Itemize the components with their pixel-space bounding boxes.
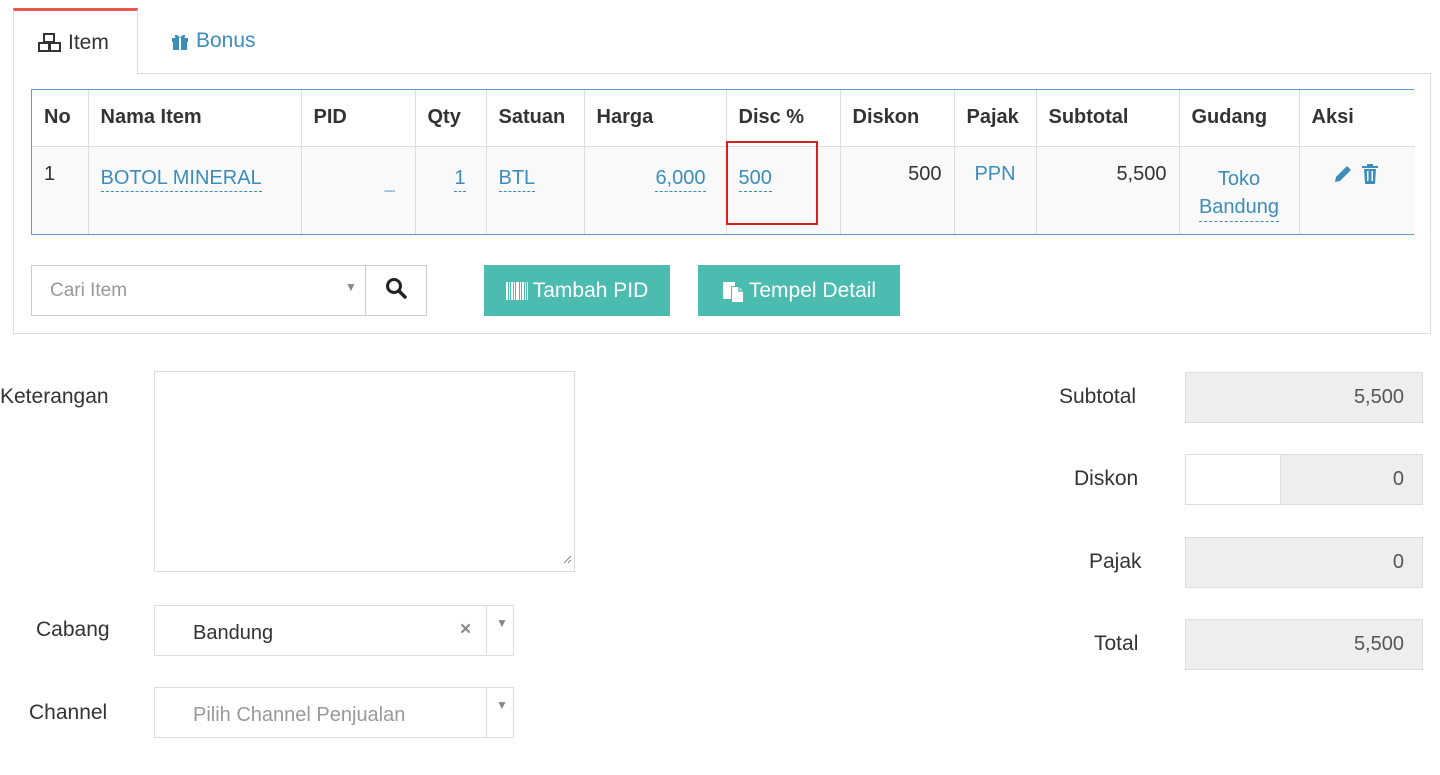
cabang-select[interactable]: Bandung × ▼ (154, 605, 514, 656)
col-header: Aksi (1298, 90, 1415, 147)
pajak-field: 0 (1185, 537, 1423, 588)
resize-handle-icon[interactable] (562, 551, 572, 569)
select-divider (486, 688, 487, 737)
keterangan-textarea[interactable] (154, 371, 575, 572)
cell-gudang: Toko Bandung (1178, 145, 1300, 234)
col-header: No (32, 90, 89, 147)
pid-editable[interactable]: ---- (384, 185, 396, 197)
col-header: Qty (414, 90, 487, 147)
pajak-link[interactable]: PPN (974, 163, 1015, 185)
table-row: 1 BOTOL MINERAL ---- 1 BTL 6,000 500 500 (32, 140, 1415, 234)
cell-satuan: BTL (485, 145, 585, 234)
keterangan-label: Keterangan (0, 385, 109, 408)
cell-pajak: PPN (953, 145, 1037, 234)
paste-icon (722, 280, 744, 302)
cell-nama-item: BOTOL MINERAL (87, 145, 302, 234)
cell-disc-pct: 500 (725, 140, 841, 234)
cell-diskon: 500 (839, 145, 955, 234)
col-header: Pajak (953, 90, 1037, 147)
satuan-editable[interactable]: BTL (498, 165, 536, 192)
col-header: Nama Item (87, 90, 302, 147)
gudang-line: Bandung (1198, 195, 1280, 218)
cell-qty: 1 (414, 145, 487, 234)
clear-icon[interactable]: × (460, 619, 471, 641)
cabang-label: Cabang (36, 618, 110, 641)
harga-editable[interactable]: 6,000 (655, 165, 706, 192)
gudang-line: Toko (1217, 167, 1261, 190)
tab-bonus-label: Bonus (196, 29, 256, 52)
subtotal-field: 5,500 (1185, 372, 1423, 423)
trash-icon[interactable] (1360, 163, 1380, 191)
item-search-select[interactable]: Cari Item ▼ (31, 265, 366, 316)
row-number: 1 (32, 145, 89, 234)
gift-icon (170, 31, 190, 51)
qty-editable[interactable]: 1 (454, 165, 466, 192)
channel-select[interactable]: Pilih Channel Penjualan ▼ (154, 687, 514, 738)
channel-placeholder: Pilih Channel Penjualan (193, 704, 406, 726)
tempel-detail-button[interactable]: Tempel Detail (698, 265, 900, 316)
cell-subtotal: 5,500 (1035, 145, 1180, 234)
tab-bar: Item Bonus (13, 8, 1431, 75)
diskon-field: 0 (1280, 454, 1423, 505)
search-input[interactable]: Cari Item (32, 280, 337, 302)
search-button[interactable] (365, 265, 427, 316)
diskon-label: Diskon (1074, 467, 1139, 490)
total-label: Total (1094, 632, 1139, 655)
channel-label: Channel (29, 701, 108, 724)
caret-down-icon[interactable]: ▼ (496, 698, 508, 712)
items-table: No Nama Item PID Qty Satuan Harga Disc %… (31, 89, 1415, 235)
gudang-editable[interactable]: Toko Bandung (1198, 165, 1280, 222)
col-header: Subtotal (1035, 90, 1180, 147)
tab-item[interactable]: Item (13, 8, 138, 75)
cell-pid: ---- (300, 145, 416, 234)
col-header: Diskon (839, 90, 955, 147)
col-header: Satuan (485, 90, 585, 147)
tempel-detail-label: Tempel Detail (748, 278, 877, 302)
table-header-row: No Nama Item PID Qty Satuan Harga Disc %… (32, 90, 1415, 147)
col-header: Disc % (725, 90, 841, 147)
tab-bonus[interactable]: Bonus (166, 8, 256, 74)
nama-item-editable[interactable]: BOTOL MINERAL (100, 165, 262, 192)
tab-item-label: Item (68, 31, 109, 54)
caret-down-icon[interactable]: ▼ (496, 616, 508, 630)
select-divider (486, 606, 487, 655)
cell-aksi (1298, 145, 1415, 234)
col-header: Harga (583, 90, 727, 147)
barcode-icon (505, 281, 528, 300)
cell-harga: 6,000 (583, 145, 727, 234)
pajak-label: Pajak (1089, 550, 1142, 573)
cabang-value: Bandung (193, 622, 274, 644)
search-icon (385, 277, 407, 304)
total-field: 5,500 (1185, 619, 1423, 670)
subtotal-label: Subtotal (1059, 385, 1137, 408)
col-header: PID (300, 90, 416, 147)
diskon-input[interactable] (1185, 454, 1281, 505)
col-header: Gudang (1178, 90, 1300, 147)
edit-icon[interactable] (1332, 163, 1354, 191)
disc-pct-editable[interactable]: 500 (738, 165, 772, 192)
caret-down-icon[interactable]: ▼ (337, 280, 365, 294)
tambah-pid-label: Tambah PID (532, 278, 649, 302)
cubes-icon (38, 33, 62, 53)
tambah-pid-button[interactable]: Tambah PID (484, 265, 670, 316)
